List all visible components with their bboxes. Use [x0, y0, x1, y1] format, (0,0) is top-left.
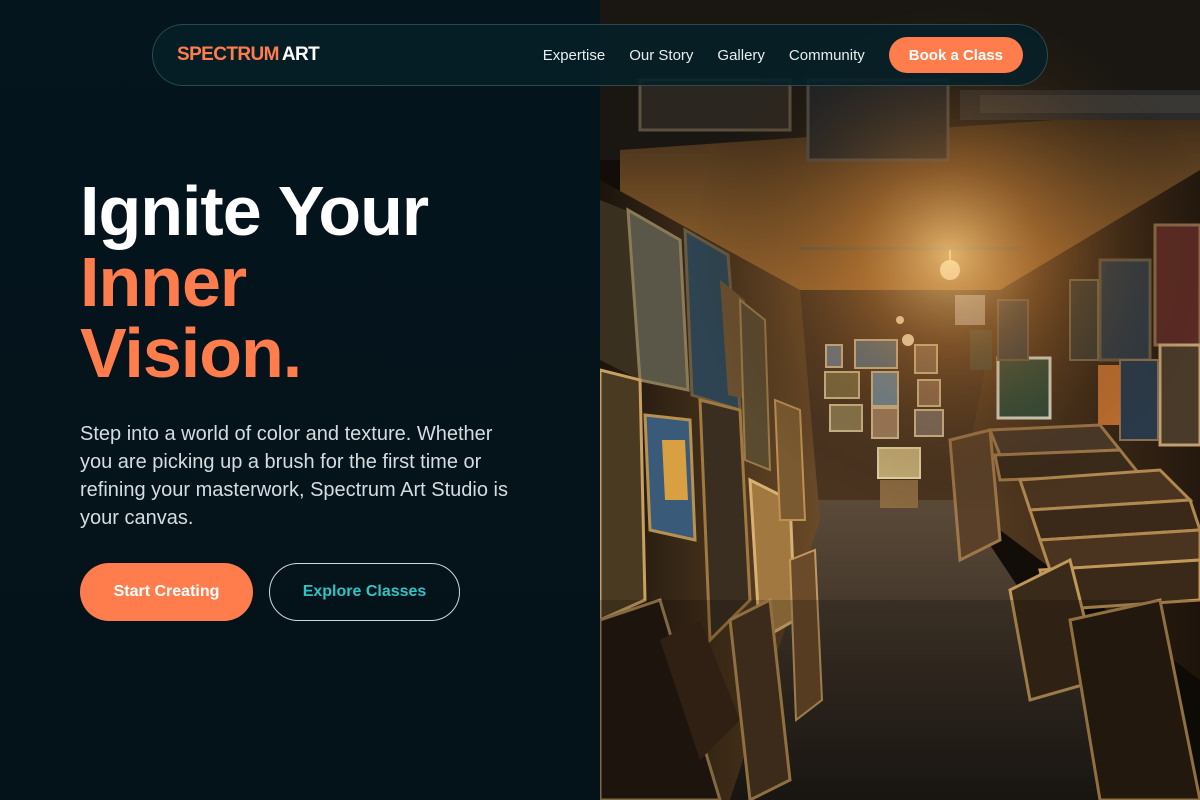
hero-description: Step into a world of color and texture. …: [80, 423, 508, 529]
start-creating-button[interactable]: Start Creating: [80, 563, 253, 621]
hero-panel: [0, 0, 600, 800]
explore-classes-button[interactable]: Explore Classes: [269, 563, 460, 621]
landing-page: SPECTRUM ART Expertise Our Story Gallery…: [0, 0, 1200, 800]
hero-heading-line-2: Inner: [80, 243, 247, 321]
nav-link-our-story[interactable]: Our Story: [629, 47, 693, 64]
nav-link-community[interactable]: Community: [789, 47, 865, 64]
site-logo[interactable]: SPECTRUM ART: [177, 44, 320, 66]
nav-link-gallery[interactable]: Gallery: [717, 47, 765, 64]
book-a-class-button[interactable]: Book a Class: [888, 37, 1023, 73]
logo-text-primary: SPECTRUM: [177, 44, 279, 65]
hero-heading-line-3: Vision.: [80, 314, 302, 392]
hero-heading: Ignite Your Inner Vision.: [80, 172, 429, 392]
art-gallery-photo: [600, 0, 1200, 800]
nav-link-expertise[interactable]: Expertise: [543, 47, 606, 64]
logo-text-secondary: ART: [281, 44, 320, 65]
hero-heading-line-1: Ignite Your: [80, 172, 429, 250]
nav-links: Expertise Our Story Gallery Community: [543, 47, 865, 64]
top-navigation-bar: SPECTRUM ART Expertise Our Story Gallery…: [152, 24, 1048, 86]
